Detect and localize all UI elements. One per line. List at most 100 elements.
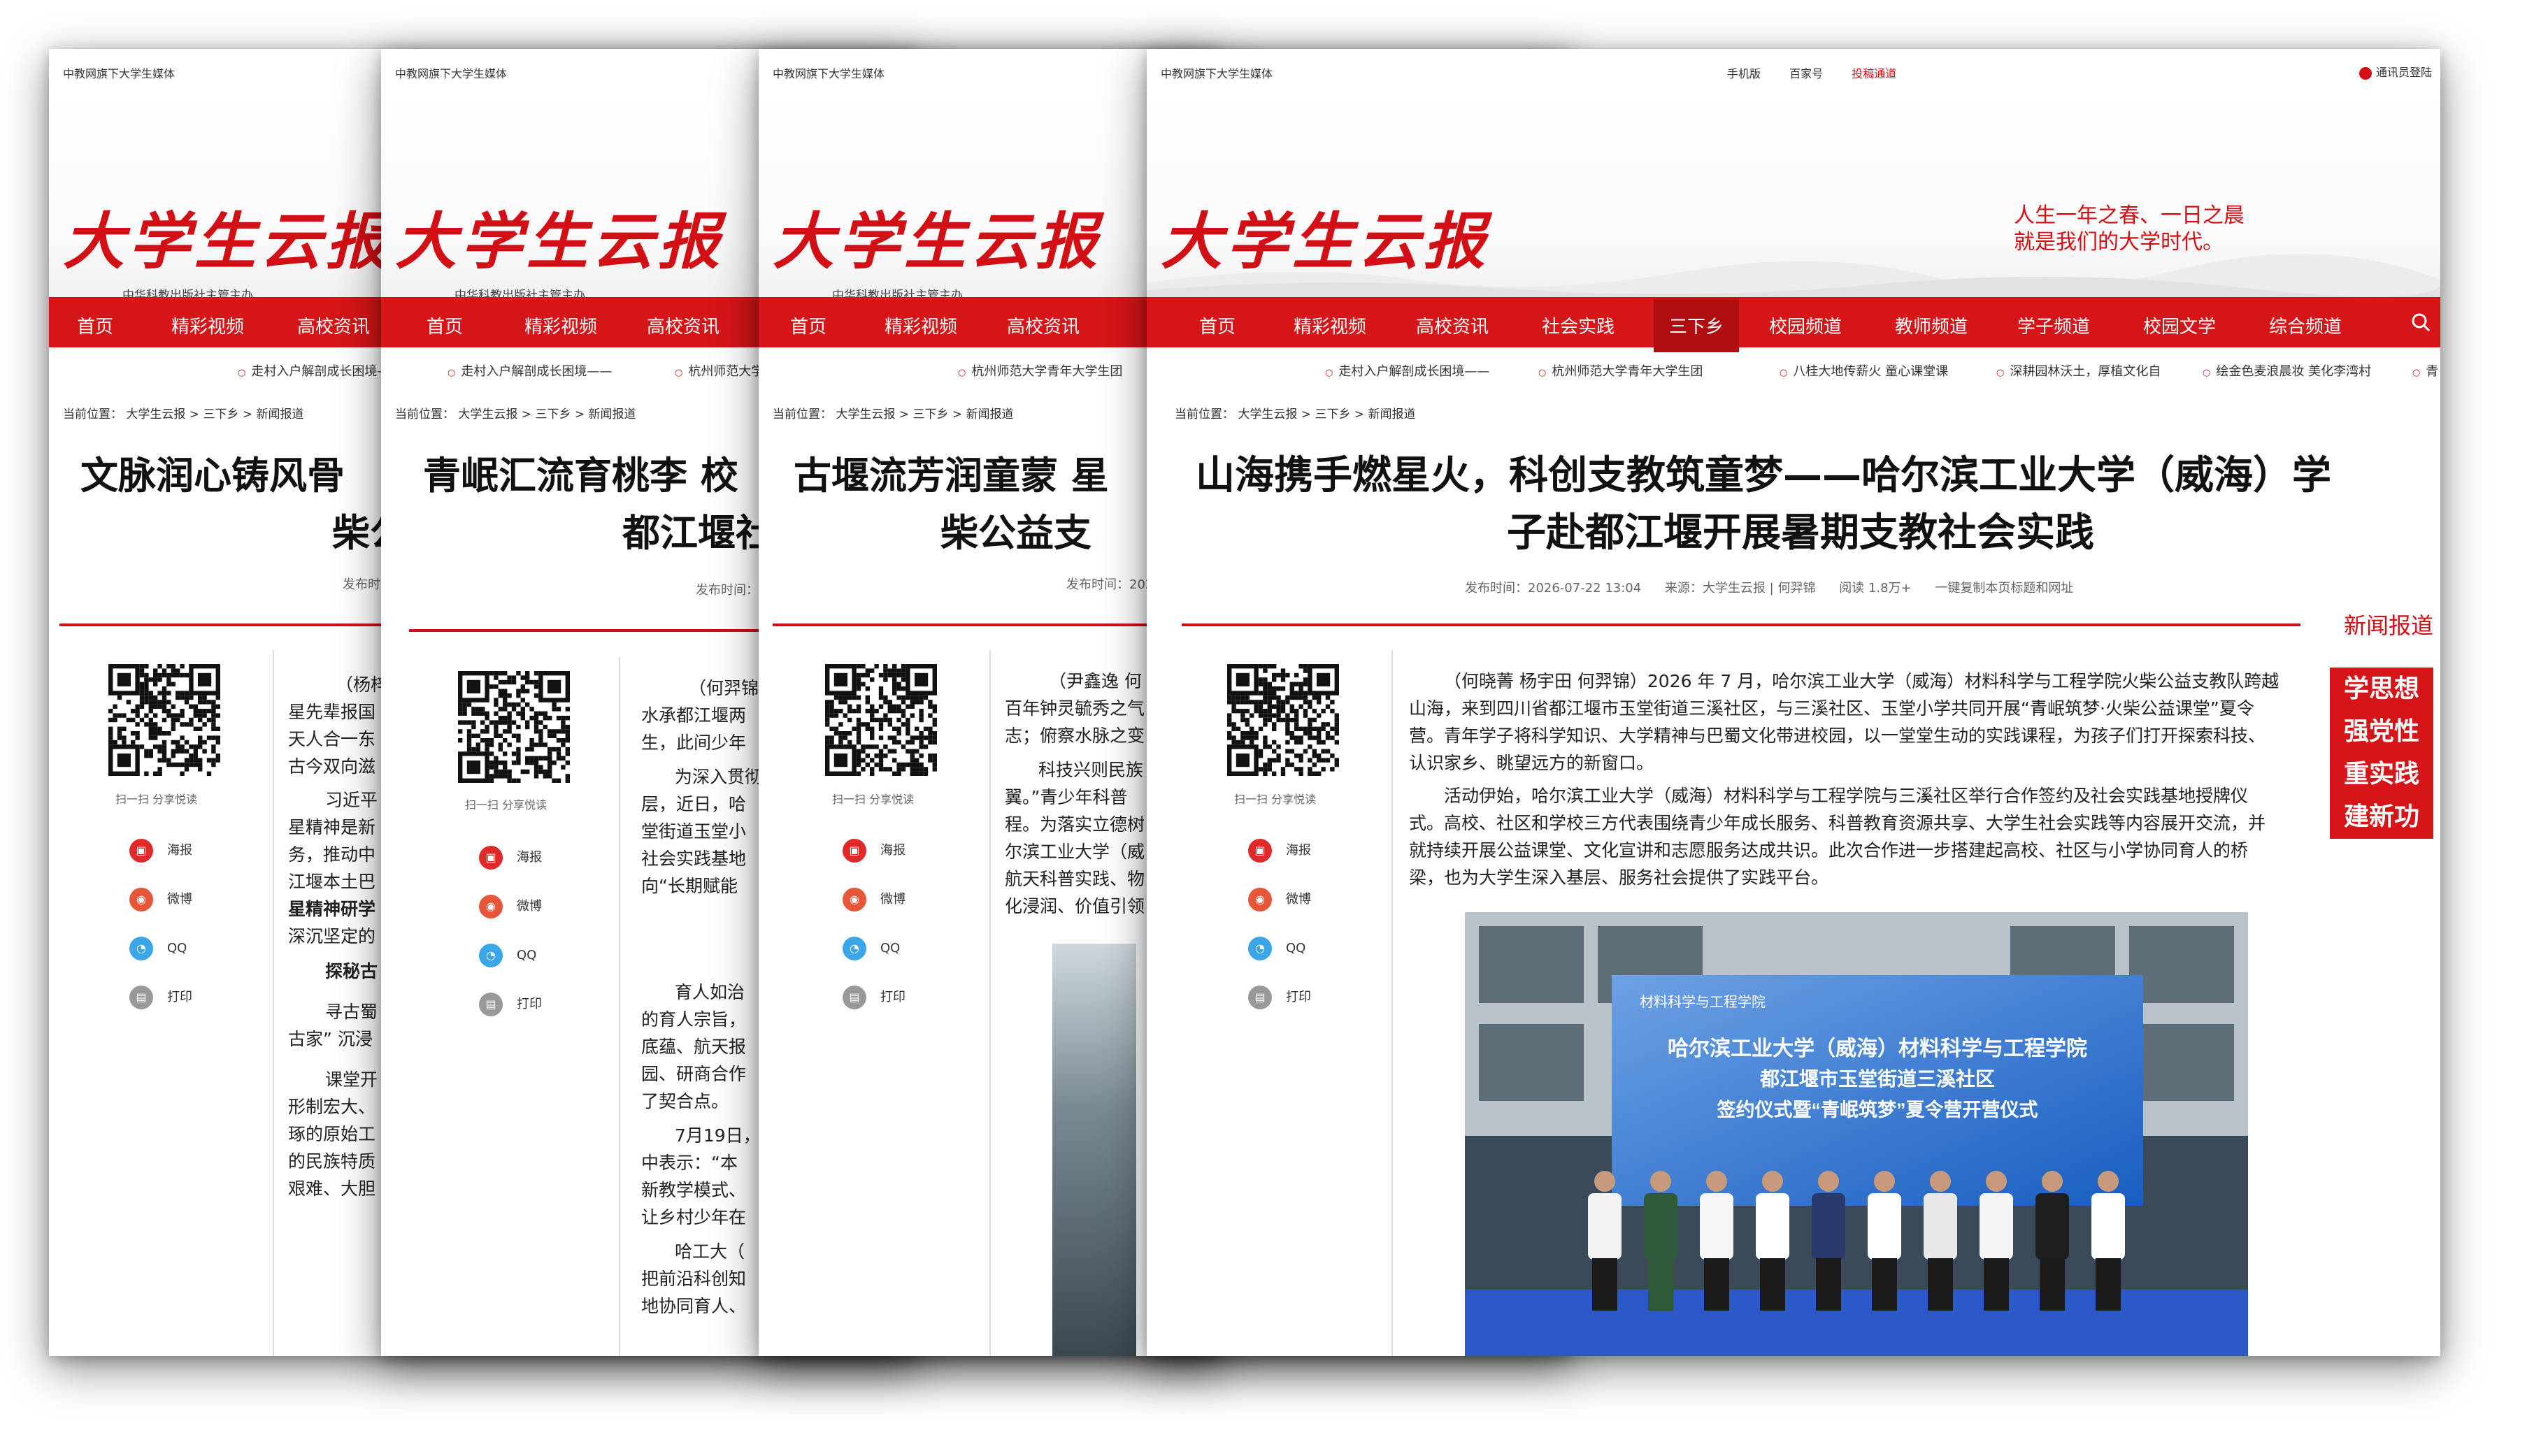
top-bar-site-label: 中教网旗下大学生媒体	[1161, 67, 1273, 80]
nav-item-campus-channel[interactable]: 校园频道	[1769, 312, 1842, 338]
body-fragment: 航天科普实践、物	[1005, 869, 1145, 889]
slogan-line: 人生一年之春、一日之晨	[2014, 203, 2245, 228]
article-source: 来源：大学生云报 | 何羿锦	[1664, 581, 1816, 596]
share-qq[interactable]: ◔ QQ	[843, 937, 900, 960]
nav-item-home[interactable]: 首页	[427, 312, 463, 338]
submission-link[interactable]: 投稿通道	[1852, 67, 1896, 80]
body-fragment: （何羿锦	[689, 678, 759, 698]
section-tag[interactable]: 新闻报道	[2344, 608, 2433, 640]
body-fragment: 务，推动中	[288, 844, 376, 865]
nav-item-student-channel[interactable]: 学子频道	[2017, 312, 2090, 338]
site-logo[interactable]: 大学生云报	[63, 192, 392, 281]
share-poster[interactable]: ▣ 海报	[843, 839, 906, 863]
image-icon: ▣	[1248, 839, 1272, 863]
share-print[interactable]: ▤ 打印	[479, 993, 542, 1016]
banner-line: 建新功	[2343, 802, 2419, 831]
ticker-item[interactable]: 走村入户解剖成长困境——	[1325, 361, 1489, 380]
baijiahao-link[interactable]: 百家号	[1789, 67, 1823, 80]
share-poster[interactable]: ▣ 海报	[479, 846, 542, 870]
share-label: 海报	[880, 843, 906, 858]
share-qq[interactable]: ◔ QQ	[1248, 937, 1305, 960]
nav-item-social-practice[interactable]: 社会实践	[1542, 312, 1615, 338]
nav-item-general-channel[interactable]: 综合频道	[2269, 312, 2342, 338]
column-divider	[619, 657, 620, 1356]
search-icon[interactable]	[2411, 312, 2431, 332]
login-label: 通讯员登陆	[2375, 66, 2432, 79]
share-print[interactable]: ▤ 打印	[129, 986, 192, 1009]
photo-illustration: 材料科学与工程学院 哈尔滨工业大学（威海）材料科学与工程学院 都江堰市玉堂街道三…	[1465, 912, 2248, 1356]
top-links: 手机版 百家号 投稿通道	[1727, 64, 1921, 81]
article-window-main: 中教网旗下大学生媒体 手机版 百家号 投稿通道 通讯员登陆 大学生云报 中华科教…	[1147, 49, 2440, 1356]
body-fragment: （杨梓	[336, 675, 389, 695]
breadcrumb: 当前位置： 大学生云报 > 三下乡 > 新闻报道	[63, 408, 304, 421]
weibo-icon: ◉	[129, 888, 153, 911]
news-ticker: 走村入户解剖成长困境—— 杭州师范大学青年大学生团 八桂大地传薪火 童心课堂课 …	[1147, 354, 2440, 382]
nav-item-videos[interactable]: 精彩视频	[1294, 312, 1366, 338]
ticker-item[interactable]: 杭州师范大学青年大学生团	[958, 361, 1122, 380]
article-photo-partial	[1052, 944, 1136, 1356]
share-weibo[interactable]: ◉ 微博	[1248, 888, 1311, 911]
ticker-item[interactable]: 深耕园林沃土，厚植文化自	[1996, 361, 2161, 380]
nav-item-home[interactable]: 首页	[77, 312, 113, 338]
share-label: 海报	[167, 843, 192, 858]
nav-item-campus-news[interactable]: 高校资讯	[647, 312, 720, 338]
nav-item-videos[interactable]: 精彩视频	[524, 312, 597, 338]
share-weibo[interactable]: ◉ 微博	[843, 888, 906, 911]
photo-banner-line3: 签约仪式暨“青岷筑梦”夏令营开营仪式	[1717, 1099, 2038, 1120]
column-divider	[989, 650, 991, 1356]
site-logo[interactable]: 大学生云报	[773, 192, 1101, 281]
ticker-item[interactable]: 八桂大地传薪火 童心课堂课	[1780, 361, 1948, 380]
nav-item-teacher-channel[interactable]: 教师频道	[1895, 312, 1968, 338]
ticker-item[interactable]: 青	[2412, 361, 2438, 380]
body-fragment: 的民族特质	[288, 1151, 376, 1172]
nav-item-home[interactable]: 首页	[1199, 312, 1236, 338]
body-fragment: 7月19日，	[675, 1125, 761, 1146]
nav-item-home[interactable]: 首页	[790, 312, 826, 338]
share-poster[interactable]: ▣ 海报	[1248, 839, 1311, 863]
share-poster[interactable]: ▣ 海报	[129, 839, 192, 863]
share-label: 海报	[517, 850, 542, 865]
body-fragment: 了契合点。	[641, 1091, 729, 1111]
body-fragment: 为深入贯彻	[675, 767, 763, 787]
nav-item-videos[interactable]: 精彩视频	[885, 312, 957, 338]
qr-code	[458, 671, 570, 783]
ticker-item[interactable]: 走村入户解剖成长困境——	[238, 361, 402, 380]
article-title: 青岷汇流育桃李 校 都江堰社	[423, 447, 773, 562]
site-logo[interactable]: 大学生云报	[395, 192, 724, 281]
body-fragment: 的育人宗旨，	[641, 1009, 747, 1030]
article-title: 山海携手燃星火，科创支教筑童梦——哈尔滨工业大学（威海）学 子赴都江堰开展暑期支…	[1196, 447, 2331, 562]
top-bar: 中教网旗下大学生媒体 手机版 百家号 投稿通道 通讯员登陆	[1147, 49, 2440, 91]
share-label: 海报	[1286, 843, 1311, 858]
mobile-link[interactable]: 手机版	[1727, 67, 1761, 80]
title-line-1: 古堰流芳润童蒙 星	[794, 454, 1109, 498]
share-qq[interactable]: ◔ QQ	[479, 944, 536, 967]
body-fragment: 地协同育人、	[641, 1296, 747, 1316]
slogan-banner[interactable]: 学思想 强党性 重实践 建新功	[2330, 668, 2433, 839]
ticker-item[interactable]: 走村入户解剖成长困境——	[448, 361, 612, 380]
share-weibo[interactable]: ◉ 微博	[129, 888, 192, 911]
banner-line: 强党性	[2343, 717, 2419, 746]
image-icon: ▣	[479, 846, 503, 870]
login-link[interactable]: 通讯员登陆	[2359, 63, 2432, 80]
title-line-1: 山海携手燃星火，科创支教筑童梦——哈尔滨工业大学（威海）学	[1196, 453, 2331, 498]
weibo-icon: ◉	[479, 895, 503, 918]
nav-item-campus-literature[interactable]: 校园文学	[2143, 312, 2216, 338]
share-weibo[interactable]: ◉ 微博	[479, 895, 542, 918]
nav-item-videos[interactable]: 精彩视频	[171, 312, 244, 338]
nav-item-sanxiaxiang[interactable]: 三下乡	[1654, 298, 1740, 352]
breadcrumb: 当前位置： 大学生云报 > 三下乡 > 新闻报道	[395, 408, 636, 421]
share-qq[interactable]: ◔ QQ	[129, 937, 187, 960]
body-fragment: 让乡村少年在	[641, 1207, 747, 1227]
ticker-item[interactable]: 杭州师范大学青年大学生团	[1538, 361, 1703, 380]
nav-item-campus-news[interactable]: 高校资讯	[1007, 312, 1080, 338]
body-fragment: 星先辈报国	[288, 702, 376, 722]
qq-icon: ◔	[479, 944, 503, 967]
share-print[interactable]: ▤ 打印	[843, 986, 906, 1009]
nav-item-campus-news[interactable]: 高校资讯	[1416, 312, 1489, 338]
ticker-item[interactable]: 绘金色麦浪晨妆 美化李湾村	[2203, 361, 2371, 380]
share-print[interactable]: ▤ 打印	[1248, 986, 1311, 1009]
nav-item-campus-news[interactable]: 高校资讯	[297, 312, 370, 338]
weibo-icon: ◉	[843, 888, 866, 911]
share-label: 微博	[167, 892, 192, 907]
copy-title-button[interactable]: 一键复制本页标题和网址	[1935, 581, 2073, 596]
